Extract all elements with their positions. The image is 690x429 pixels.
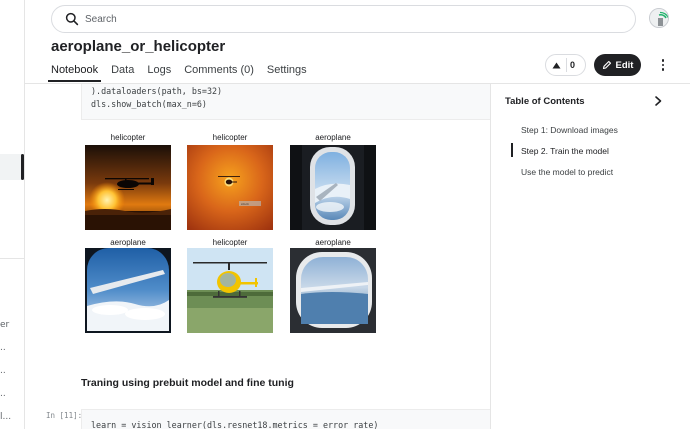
- rail-item-5[interactable]: l...: [0, 412, 11, 422]
- tab-notebook[interactable]: Notebook: [47, 63, 102, 83]
- toc-item-step-1[interactable]: Step 1: Download images: [521, 125, 618, 135]
- edit-label: Edit: [615, 59, 634, 71]
- vote-divider: [566, 58, 567, 72]
- image-label: aeroplane: [110, 238, 146, 247]
- code-line: learn = vision_learner(dls.resnet18.metr…: [91, 420, 379, 429]
- window-wing-clouds-image: [85, 248, 171, 333]
- search-bar[interactable]: [51, 5, 636, 33]
- rail-active-indicator: [21, 154, 24, 180]
- cell-prompt: In [11]:: [46, 411, 83, 420]
- search-input[interactable]: [85, 10, 605, 28]
- notebook-title: aeroplane_or_helicopter: [51, 38, 226, 55]
- pencil-icon: [602, 60, 611, 70]
- rail-item-1[interactable]: er: [0, 320, 9, 330]
- image-label: helicopter: [212, 133, 248, 142]
- airplane-window-wing-image: [290, 145, 376, 230]
- code-cell[interactable]: learn = vision_learner(dls.resnet18.metr…: [81, 409, 491, 429]
- image-label: helicopter: [212, 238, 248, 247]
- rail-item-2[interactable]: ..: [0, 343, 6, 353]
- window-ocean-view-image: [290, 248, 376, 333]
- toc-active-marker: [511, 143, 513, 157]
- section-heading: Traning using prebuit model and fine tun…: [81, 377, 294, 389]
- notebook-tabs: Notebook Data Logs Comments (0) Settings: [47, 63, 320, 83]
- avatar-image: [650, 9, 668, 27]
- image-label: aeroplane: [315, 133, 351, 142]
- tab-comments[interactable]: Comments (0): [184, 63, 254, 83]
- tab-data[interactable]: Data: [111, 63, 134, 83]
- rail-active-item[interactable]: [0, 154, 22, 180]
- rail-divider: [0, 258, 24, 259]
- search-icon: [65, 12, 79, 26]
- svg-text:stock: stock: [241, 202, 249, 206]
- upvote-arrow-icon: [546, 55, 566, 75]
- code-line-1: ).dataloaders(path, bs=32): [91, 86, 223, 96]
- helicopter-sunset-image: [85, 145, 171, 230]
- code-line-2: dls.show_batch(max_n=6): [91, 99, 207, 109]
- toc-item-predict[interactable]: Use the model to predict: [521, 167, 613, 177]
- toc-divider: [490, 84, 491, 429]
- user-avatar[interactable]: [649, 8, 669, 28]
- toc-title: Table of Contents: [505, 96, 585, 107]
- toc-item-step-2[interactable]: Step 2. Train the model: [521, 146, 609, 156]
- rail-item-4[interactable]: ..: [0, 389, 6, 399]
- edit-button[interactable]: Edit: [594, 54, 641, 76]
- chevron-right-icon[interactable]: [652, 95, 664, 107]
- image-label: aeroplane: [315, 238, 351, 247]
- tab-settings[interactable]: Settings: [267, 63, 307, 83]
- rail-item-3[interactable]: ..: [0, 366, 6, 376]
- tab-logs[interactable]: Logs: [147, 63, 171, 83]
- vote-count: 0: [570, 60, 576, 70]
- more-vert-icon[interactable]: [656, 56, 670, 74]
- image-label: helicopter: [110, 133, 146, 142]
- left-rail: [0, 0, 25, 429]
- yellow-helicopter-field-image: [187, 248, 273, 333]
- code-cell[interactable]: ).dataloaders(path, bs=32) dls.show_batc…: [81, 84, 491, 120]
- helicopter-orange-sky-image: stock: [187, 145, 273, 230]
- upvote-button[interactable]: 0: [545, 54, 586, 76]
